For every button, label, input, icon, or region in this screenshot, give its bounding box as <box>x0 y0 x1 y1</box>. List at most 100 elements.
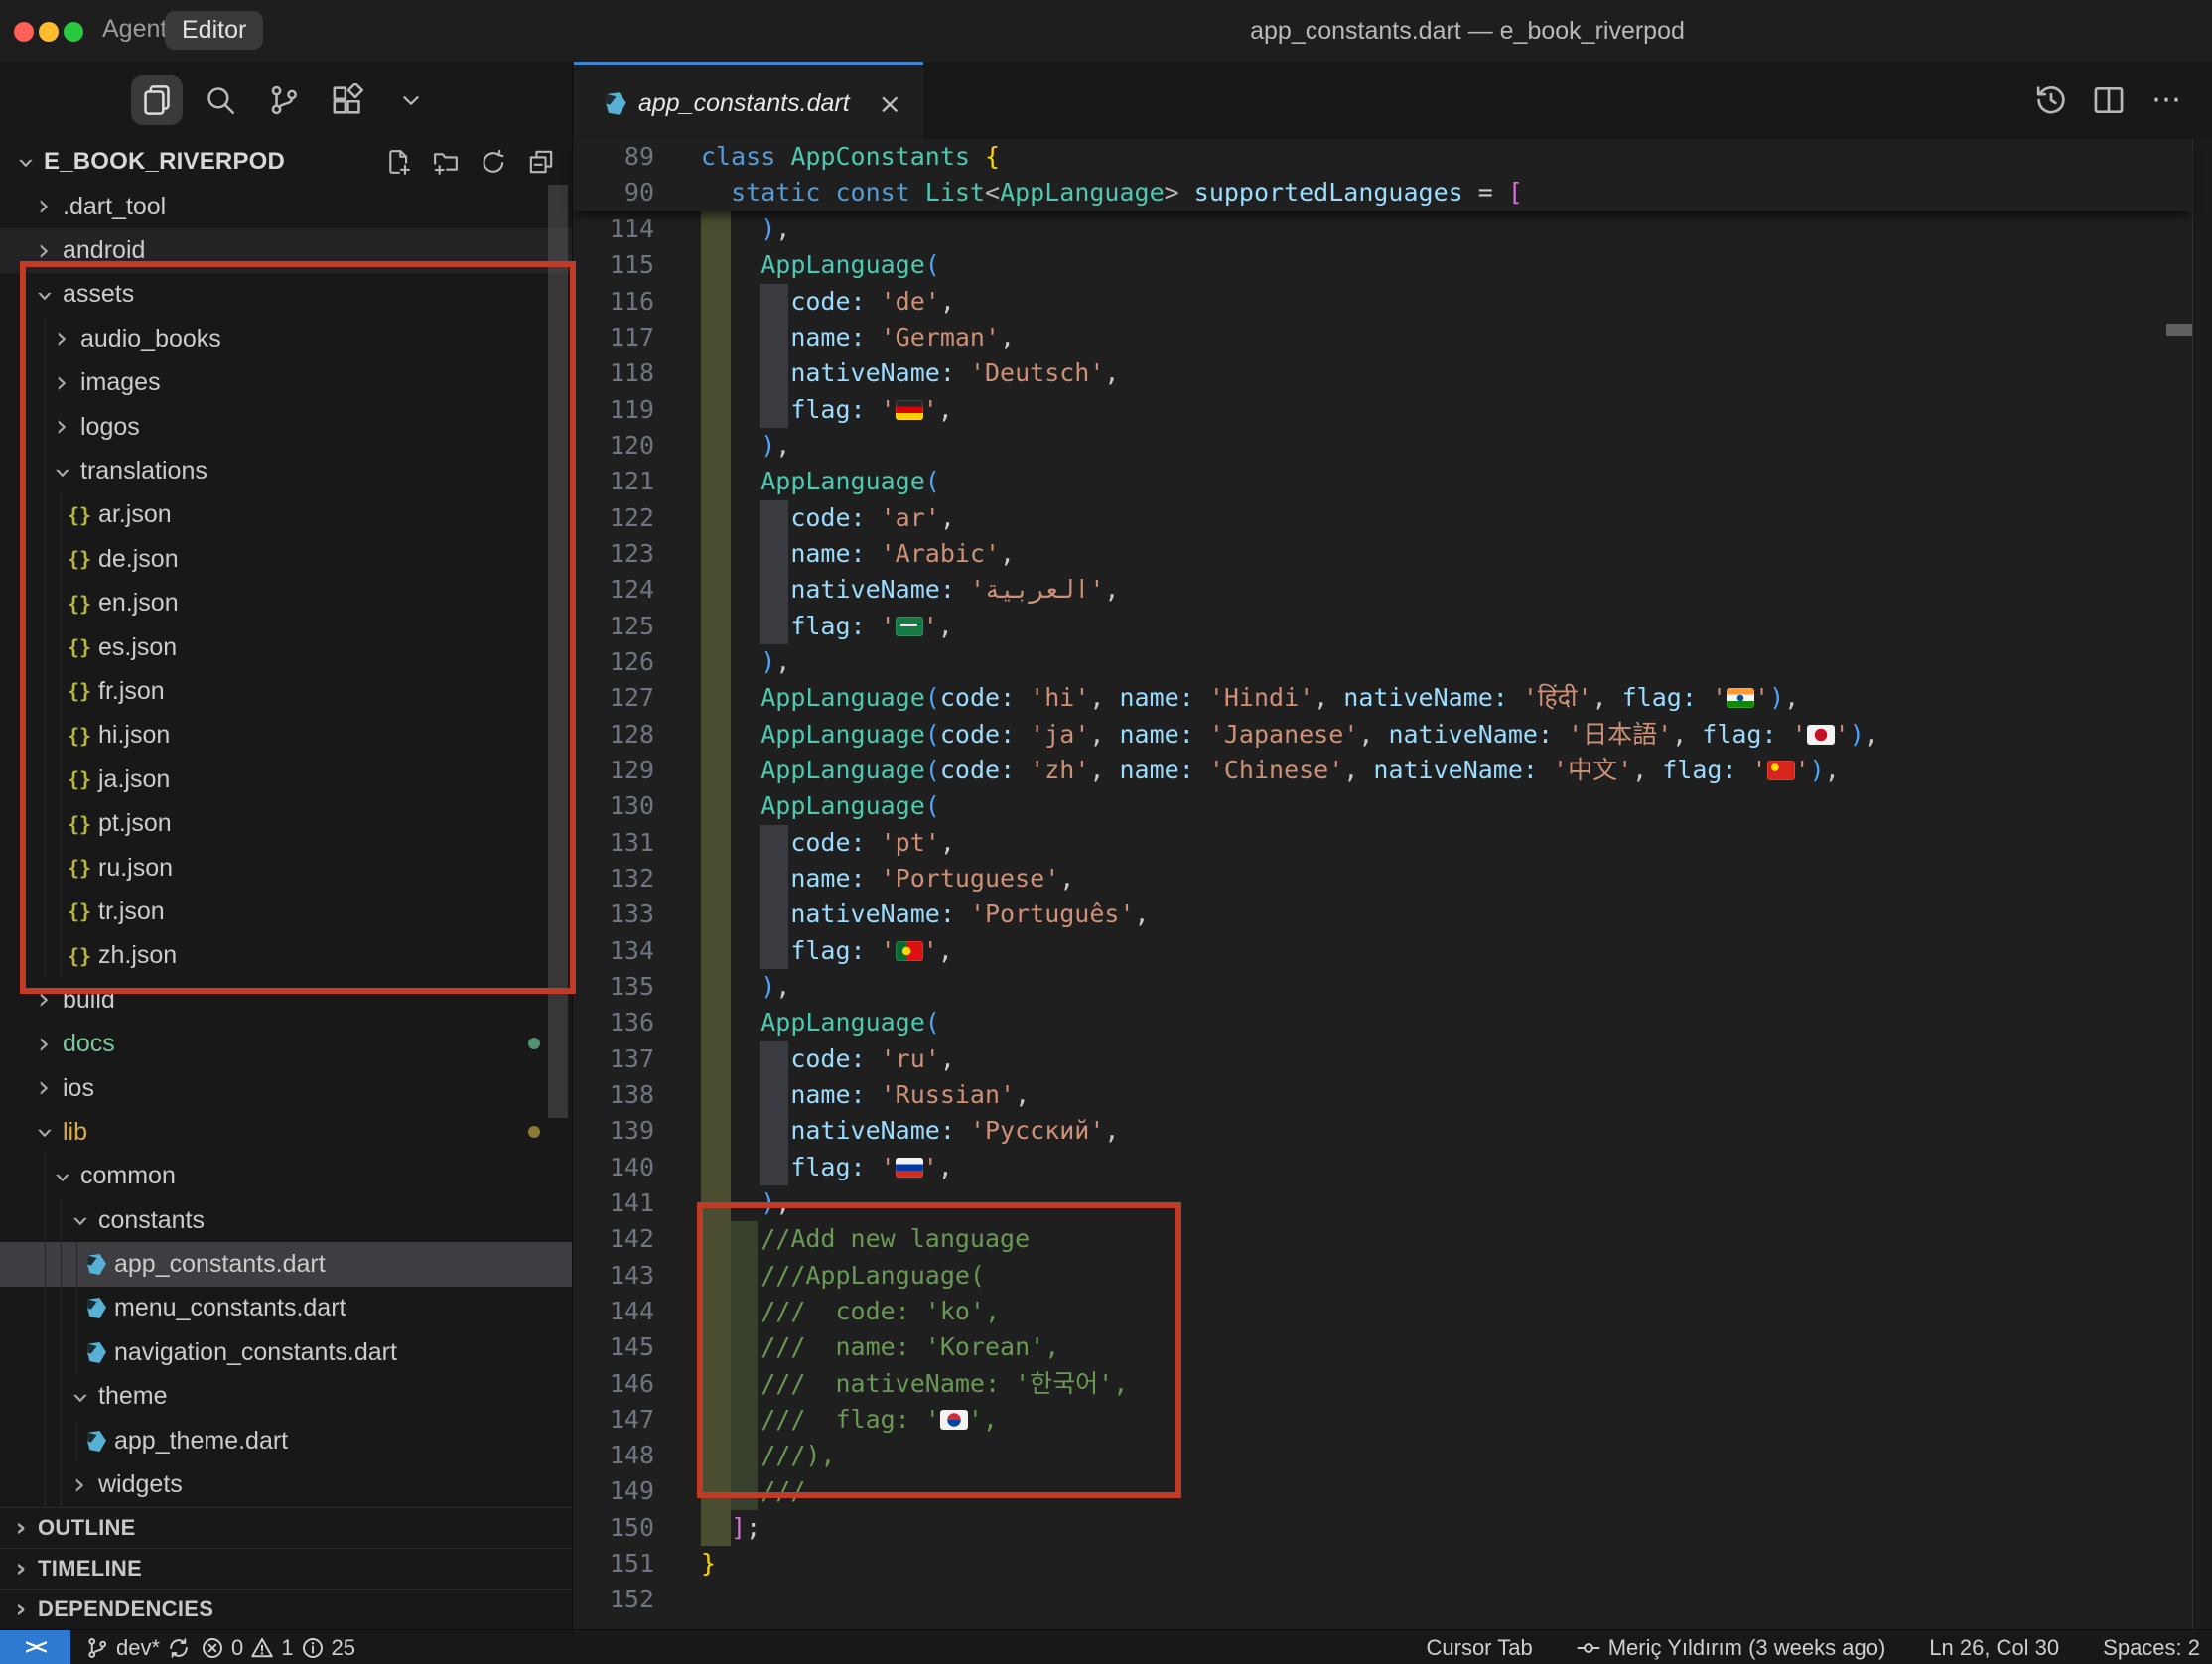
editor-mode-tab[interactable]: Editor <box>165 11 263 50</box>
explorer-project-header[interactable]: › E_BOOK_RIVERPOD <box>0 139 572 185</box>
minimize-window-button[interactable] <box>39 22 59 42</box>
code-line-150[interactable]: 150 ]; <box>573 1510 2192 1546</box>
code-line-121[interactable]: 121 AppLanguage( <box>573 464 2192 499</box>
code-line-119[interactable]: 119 flag: '', <box>573 392 2192 428</box>
sidebar-scrollbar-thumb[interactable] <box>548 185 568 1118</box>
tree-item-ru-json[interactable]: {}ru.json <box>0 846 572 890</box>
more-actions-icon[interactable]: ⋯ <box>2148 82 2184 118</box>
tree-item-constants[interactable]: ›constants <box>0 1198 572 1242</box>
tree-item-menu-constants-dart[interactable]: menu_constants.dart <box>0 1287 572 1330</box>
code-line-135[interactable]: 135 ), <box>573 969 2192 1005</box>
explorer-icon[interactable] <box>131 75 183 125</box>
blame-item[interactable]: Meriç Yıldırım (3 weeks ago) <box>1577 1635 1886 1661</box>
code-line-131[interactable]: 131 code: 'pt', <box>573 825 2192 861</box>
source-control-icon[interactable] <box>258 75 310 125</box>
code-line-140[interactable]: 140 flag: '', <box>573 1150 2192 1185</box>
close-window-button[interactable] <box>14 22 34 42</box>
code-line-152[interactable]: 152 <box>573 1582 2192 1617</box>
problems-item[interactable]: 0 1 25 <box>201 1635 355 1661</box>
code-line-142[interactable]: 142 //Add new language <box>573 1221 2192 1257</box>
code-line-147[interactable]: 147 /// flag: '', <box>573 1402 2192 1438</box>
code-line-125[interactable]: 125 flag: '', <box>573 609 2192 644</box>
code-line-146[interactable]: 146 /// nativeName: '한국어', <box>573 1366 2192 1402</box>
tree-item-app-theme-dart[interactable]: app_theme.dart <box>0 1419 572 1462</box>
tree-item-ios[interactable]: ›ios <box>0 1066 572 1110</box>
tree-item-navigation-constants-dart[interactable]: navigation_constants.dart <box>0 1330 572 1374</box>
tree-item-android[interactable]: ›android <box>0 228 572 272</box>
tree-item-logos[interactable]: ›logos <box>0 405 572 449</box>
tree-item-translations[interactable]: ›translations <box>0 449 572 492</box>
tree-item-docs[interactable]: ›docs <box>0 1022 572 1065</box>
section-timeline[interactable]: ›TIMELINE <box>0 1548 572 1589</box>
code-line-89[interactable]: 89class AppConstants { <box>573 139 2192 175</box>
cursor-tab-item[interactable]: Cursor Tab <box>1427 1635 1533 1661</box>
code-line-114[interactable]: 114 ), <box>573 211 2192 247</box>
tree-item-theme[interactable]: ›theme <box>0 1375 572 1419</box>
tree-item-hi-json[interactable]: {}hi.json <box>0 714 572 758</box>
refresh-icon[interactable] <box>477 145 510 179</box>
code-line-141[interactable]: 141 ), <box>573 1185 2192 1221</box>
code-line-127[interactable]: 127 AppLanguage(code: 'hi', name: 'Hindi… <box>573 680 2192 716</box>
code-line-133[interactable]: 133 nativeName: 'Português', <box>573 897 2192 932</box>
tree-item-tr-json[interactable]: {}tr.json <box>0 890 572 933</box>
code-line-143[interactable]: 143 ///AppLanguage( <box>573 1258 2192 1294</box>
code-line-116[interactable]: 116 code: 'de', <box>573 284 2192 320</box>
code-line-139[interactable]: 139 nativeName: 'Русский', <box>573 1113 2192 1149</box>
zoom-window-button[interactable] <box>64 22 83 42</box>
tree-item-ja-json[interactable]: {}ja.json <box>0 758 572 801</box>
section-outline[interactable]: ›OUTLINE <box>0 1507 572 1548</box>
remote-indicator-button[interactable]: >< <box>0 1630 70 1664</box>
history-icon[interactable] <box>2033 82 2069 118</box>
code-line-118[interactable]: 118 nativeName: 'Deutsch', <box>573 355 2192 391</box>
code-line-122[interactable]: 122 code: 'ar', <box>573 500 2192 536</box>
code-line-117[interactable]: 117 name: 'German', <box>573 320 2192 355</box>
tree-item-zh-json[interactable]: {}zh.json <box>0 934 572 978</box>
code-line-134[interactable]: 134 flag: '', <box>573 933 2192 969</box>
code-line-137[interactable]: 137 code: 'ru', <box>573 1041 2192 1077</box>
code-line-120[interactable]: 120 ), <box>573 428 2192 464</box>
code-line-115[interactable]: 115 AppLanguage( <box>573 247 2192 283</box>
code-line-136[interactable]: 136 AppLanguage( <box>573 1005 2192 1040</box>
split-editor-icon[interactable] <box>2091 82 2127 118</box>
extensions-icon[interactable] <box>322 75 373 125</box>
chevron-down-icon[interactable] <box>385 75 437 125</box>
search-icon[interactable] <box>195 75 246 125</box>
editor-scrollbar-marker[interactable] <box>2166 324 2192 336</box>
code-line-130[interactable]: 130 AppLanguage( <box>573 788 2192 824</box>
code-line-126[interactable]: 126 ), <box>573 644 2192 680</box>
tree-item-es-json[interactable]: {}es.json <box>0 625 572 669</box>
code-line-132[interactable]: 132 name: 'Portuguese', <box>573 861 2192 897</box>
collapse-folders-icon[interactable] <box>524 145 558 179</box>
tree-item-de-json[interactable]: {}de.json <box>0 537 572 581</box>
tree-item-en-json[interactable]: {}en.json <box>0 582 572 625</box>
code-line-148[interactable]: 148 ///), <box>573 1438 2192 1473</box>
code-line-145[interactable]: 145 /// name: 'Korean', <box>573 1329 2192 1365</box>
code-line-128[interactable]: 128 AppLanguage(code: 'ja', name: 'Japan… <box>573 717 2192 753</box>
tree-item--dart-tool[interactable]: ›.dart_tool <box>0 185 572 228</box>
cursor-position-item[interactable]: Ln 26, Col 30 <box>1929 1635 2059 1661</box>
section-dependencies[interactable]: ›DEPENDENCIES <box>0 1589 572 1629</box>
code-line-151[interactable]: 151} <box>573 1546 2192 1582</box>
tab-app-constants[interactable]: app_constants.dart × <box>574 62 923 142</box>
code-line-124[interactable]: 124 nativeName: 'العربية', <box>573 572 2192 608</box>
tree-item-assets[interactable]: ›assets <box>0 273 572 317</box>
tree-item-widgets[interactable]: ›widgets <box>0 1462 572 1506</box>
indentation-item[interactable]: Spaces: 2 <box>2103 1635 2200 1661</box>
tree-item-audio-books[interactable]: ›audio_books <box>0 317 572 360</box>
code-line-144[interactable]: 144 /// code: 'ko', <box>573 1294 2192 1329</box>
code-line-123[interactable]: 123 name: 'Arabic', <box>573 536 2192 572</box>
tree-item-images[interactable]: ›images <box>0 361 572 405</box>
git-branch-item[interactable]: dev* <box>85 1635 191 1661</box>
code-line-149[interactable]: 149 /// <box>573 1473 2192 1509</box>
tree-item-common[interactable]: ›common <box>0 1155 572 1198</box>
tree-item-lib[interactable]: ›lib <box>0 1110 572 1154</box>
code-line-90[interactable]: 90 static const List<AppLanguage> suppor… <box>573 175 2192 210</box>
tree-item-build[interactable]: ›build <box>0 978 572 1022</box>
tab-close-icon[interactable]: × <box>879 87 901 120</box>
tree-item-pt-json[interactable]: {}pt.json <box>0 801 572 845</box>
new-folder-icon[interactable] <box>429 145 463 179</box>
code-line-138[interactable]: 138 name: 'Russian', <box>573 1077 2192 1113</box>
tree-item-fr-json[interactable]: {}fr.json <box>0 669 572 713</box>
new-file-icon[interactable] <box>381 145 415 179</box>
tree-item-app-constants-dart[interactable]: app_constants.dart <box>0 1242 572 1286</box>
